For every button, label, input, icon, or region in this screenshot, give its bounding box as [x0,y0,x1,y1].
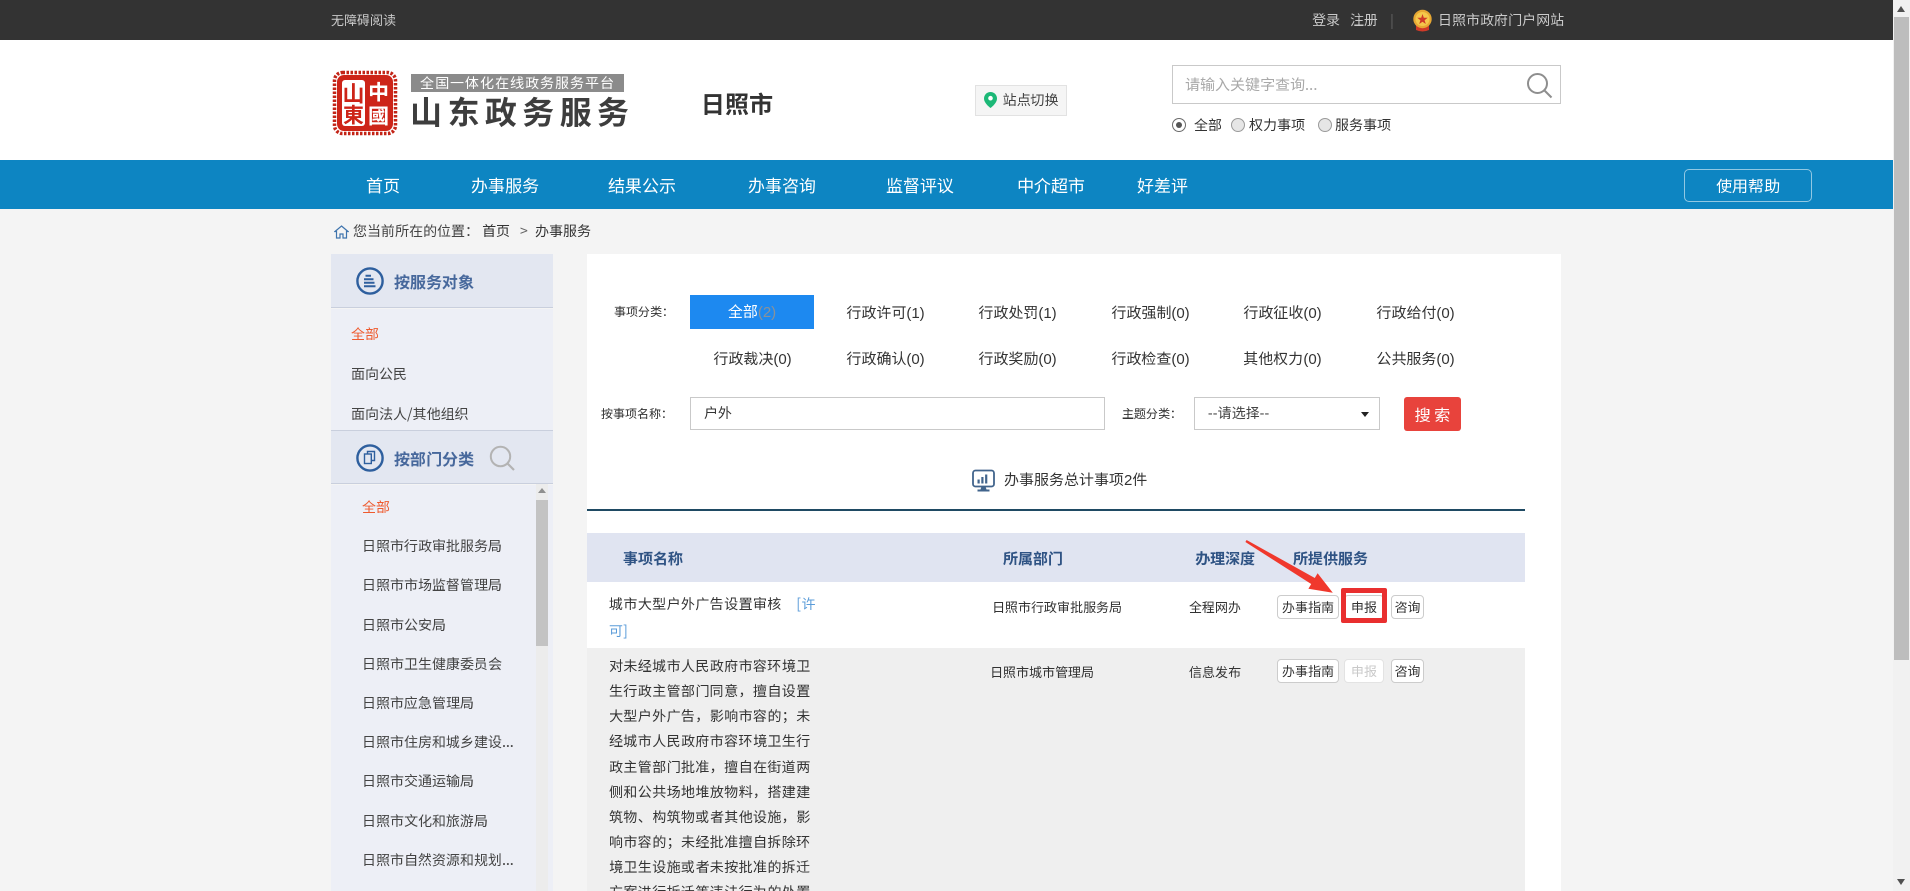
svg-text:國: 國 [368,101,389,131]
svg-text:東: 東 [343,100,364,130]
